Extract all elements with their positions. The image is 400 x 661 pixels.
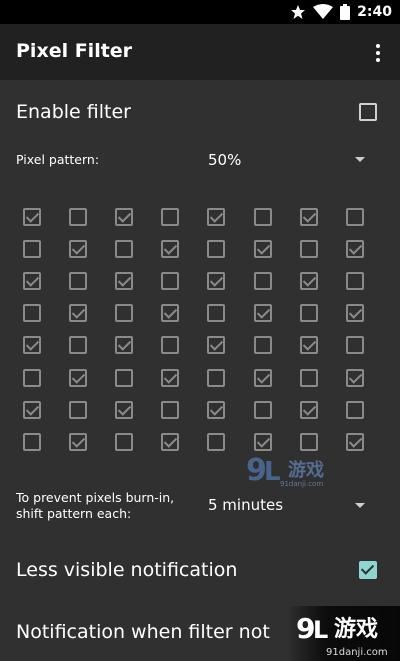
pattern-cell-checkbox[interactable] — [345, 272, 364, 291]
pattern-cell-checkbox[interactable] — [299, 400, 318, 419]
watermark-logo: 9 L 游戏 91danji.com — [244, 450, 342, 488]
pattern-cell-checkbox[interactable] — [345, 432, 364, 451]
pattern-cell-checkbox[interactable] — [299, 336, 318, 355]
pattern-cell-checkbox[interactable] — [253, 400, 272, 419]
pattern-cell-checkbox[interactable] — [23, 400, 41, 419]
pattern-cell-checkbox[interactable] — [161, 304, 180, 323]
pattern-cell-checkbox[interactable] — [23, 272, 41, 291]
app-bar: Pixel Filter — [0, 24, 400, 80]
pattern-cell-checkbox[interactable] — [23, 368, 41, 387]
pattern-cell-checkbox[interactable] — [207, 400, 226, 419]
pixel-pattern-label: Pixel pattern: — [16, 152, 100, 167]
pattern-cell-checkbox[interactable] — [161, 400, 180, 419]
status-bar: 2:40 — [0, 0, 400, 24]
shift-pattern-value[interactable]: 5 minutes — [208, 496, 283, 514]
pattern-cell-checkbox[interactable] — [161, 432, 180, 451]
pattern-cell-checkbox[interactable] — [253, 336, 272, 355]
star-icon — [291, 5, 306, 19]
svg-text:91danji.com: 91danji.com — [326, 647, 388, 658]
pattern-cell-checkbox[interactable] — [207, 272, 226, 291]
pattern-cell-checkbox[interactable] — [207, 368, 226, 387]
watermark-banner: 9 L 游戏 91danji.com — [286, 606, 400, 661]
pattern-cell-checkbox[interactable] — [69, 240, 88, 259]
status-time: 2:40 — [357, 4, 392, 20]
pattern-cell-checkbox[interactable] — [299, 240, 318, 259]
pattern-cell-checkbox[interactable] — [299, 208, 318, 226]
pattern-cell-checkbox[interactable] — [115, 432, 134, 451]
chevron-down-icon[interactable] — [355, 157, 365, 162]
pattern-cell-checkbox[interactable] — [207, 208, 226, 226]
svg-text:游戏: 游戏 — [334, 616, 378, 642]
pattern-cell-checkbox[interactable] — [69, 368, 88, 387]
pattern-cell-checkbox[interactable] — [253, 272, 272, 291]
pattern-cell-checkbox[interactable] — [253, 240, 272, 259]
enable-filter-label: Enable filter — [16, 101, 131, 123]
pattern-cell-checkbox[interactable] — [161, 208, 180, 226]
pattern-cell-checkbox[interactable] — [69, 432, 88, 451]
chevron-down-icon[interactable] — [355, 503, 365, 508]
pattern-cell-checkbox[interactable] — [161, 368, 180, 387]
pattern-cell-checkbox[interactable] — [69, 272, 88, 291]
shift-pattern-label-line1: To prevent pixels burn-in, — [16, 490, 175, 505]
pattern-cell-checkbox[interactable] — [161, 336, 180, 355]
pattern-cell-checkbox[interactable] — [23, 432, 41, 451]
pattern-cell-checkbox[interactable] — [207, 336, 226, 355]
more-vert-icon[interactable] — [370, 41, 386, 65]
svg-text:游戏: 游戏 — [288, 459, 324, 481]
pattern-cell-checkbox[interactable] — [345, 400, 364, 419]
notification-when-filter-label: Notification when filter not — [16, 621, 270, 643]
shift-pattern-label-line2: shift pattern each: — [16, 506, 132, 521]
less-visible-notification-label: Less visible notification — [16, 559, 238, 581]
pattern-cell-checkbox[interactable] — [69, 336, 88, 355]
less-visible-notification-checkbox[interactable] — [359, 561, 377, 579]
pattern-cell-checkbox[interactable] — [115, 336, 134, 355]
app-title: Pixel Filter — [16, 40, 133, 62]
pattern-cell-checkbox[interactable] — [23, 240, 41, 259]
svg-text:91danji.com: 91danji.com — [280, 480, 323, 488]
svg-text:L: L — [264, 457, 281, 487]
pattern-cell-checkbox[interactable] — [253, 208, 272, 226]
svg-text:L: L — [313, 616, 328, 644]
pattern-cell-checkbox[interactable] — [345, 208, 364, 226]
pixel-pattern-value[interactable]: 50% — [208, 151, 241, 169]
pattern-cell-checkbox[interactable] — [253, 368, 272, 387]
pattern-cell-checkbox[interactable] — [299, 304, 318, 323]
pattern-cell-checkbox[interactable] — [69, 304, 88, 323]
pattern-cell-checkbox[interactable] — [161, 272, 180, 291]
pattern-cell-checkbox[interactable] — [207, 240, 226, 259]
pattern-cell-checkbox[interactable] — [23, 208, 41, 226]
pattern-cell-checkbox[interactable] — [207, 304, 226, 323]
pattern-cell-checkbox[interactable] — [69, 208, 88, 226]
pattern-cell-checkbox[interactable] — [345, 304, 364, 323]
status-icons: 2:40 — [290, 2, 392, 22]
pattern-cell-checkbox[interactable] — [207, 432, 226, 451]
pattern-cell-checkbox[interactable] — [115, 400, 134, 419]
pattern-cell-checkbox[interactable] — [253, 432, 272, 451]
pattern-cell-checkbox[interactable] — [299, 368, 318, 387]
pattern-cell-checkbox[interactable] — [161, 240, 180, 259]
pattern-cell-checkbox[interactable] — [299, 272, 318, 291]
pattern-cell-checkbox[interactable] — [299, 432, 318, 451]
wifi-icon — [313, 4, 334, 19]
pattern-cell-checkbox[interactable] — [115, 368, 134, 387]
pattern-cell-checkbox[interactable] — [345, 240, 364, 259]
pattern-cell-checkbox[interactable] — [115, 208, 134, 226]
pattern-cell-checkbox[interactable] — [345, 368, 364, 387]
pattern-cell-checkbox[interactable] — [115, 304, 134, 323]
pattern-cell-checkbox[interactable] — [23, 336, 41, 355]
pattern-cell-checkbox[interactable] — [115, 240, 134, 259]
pattern-cell-checkbox[interactable] — [115, 272, 134, 291]
pattern-cell-checkbox[interactable] — [253, 304, 272, 323]
pattern-cell-checkbox[interactable] — [345, 336, 364, 355]
pattern-cell-checkbox[interactable] — [23, 304, 41, 323]
battery-icon — [340, 4, 351, 20]
enable-filter-checkbox[interactable] — [359, 103, 377, 121]
pattern-cell-checkbox[interactable] — [69, 400, 88, 419]
